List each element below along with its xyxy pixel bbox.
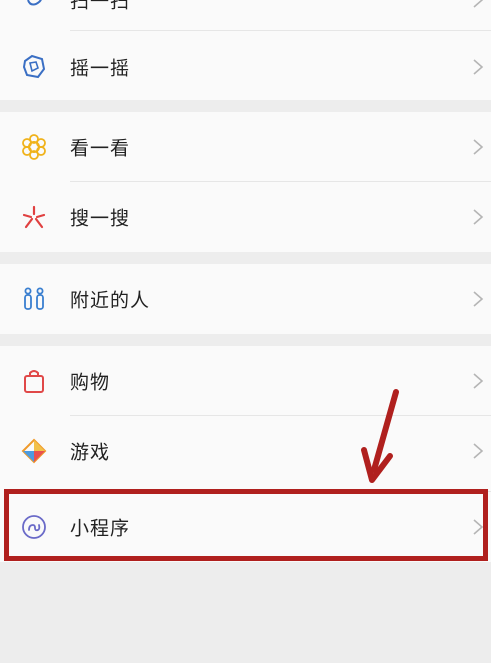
menu-item-game[interactable]: 游戏	[0, 416, 491, 486]
menu-group-3: 附近的人	[0, 264, 491, 334]
chevron-right-icon	[471, 0, 485, 9]
menu-item-look[interactable]: 看一看	[0, 112, 491, 182]
game-icon	[20, 437, 48, 465]
people-nearby-icon	[20, 285, 48, 313]
divider	[70, 30, 491, 31]
look-icon	[20, 133, 48, 161]
menu-item-label: 扫一扫	[70, 0, 131, 13]
scan-icon	[20, 0, 48, 14]
chevron-right-icon	[471, 138, 485, 156]
menu-item-label: 购物	[70, 371, 111, 394]
menu-group-1: 扫一扫 摇一摇	[0, 0, 491, 100]
chevron-right-icon	[471, 372, 485, 390]
highlight-box	[4, 489, 488, 561]
search-icon	[20, 203, 48, 231]
chevron-right-icon	[471, 58, 485, 76]
menu-item-shake[interactable]: 摇一摇	[0, 32, 491, 102]
menu-item-label: 游戏	[70, 441, 111, 464]
menu-item-shopping[interactable]: 购物	[0, 346, 491, 416]
menu-item-people-nearby[interactable]: 附近的人	[0, 264, 491, 334]
red-arrow-icon	[350, 388, 406, 488]
menu-item-label: 搜一搜	[70, 207, 131, 230]
shake-icon	[20, 53, 48, 81]
menu-item-search[interactable]: 搜一搜	[0, 182, 491, 252]
chevron-right-icon	[471, 290, 485, 308]
menu-item-label: 摇一摇	[70, 57, 131, 80]
menu-group-2: 看一看 搜一搜	[0, 112, 491, 252]
menu-item-label: 附近的人	[70, 289, 151, 312]
shopping-bag-icon	[20, 367, 48, 395]
menu-item-label: 看一看	[70, 137, 131, 160]
chevron-right-icon	[471, 208, 485, 226]
chevron-right-icon	[471, 442, 485, 460]
